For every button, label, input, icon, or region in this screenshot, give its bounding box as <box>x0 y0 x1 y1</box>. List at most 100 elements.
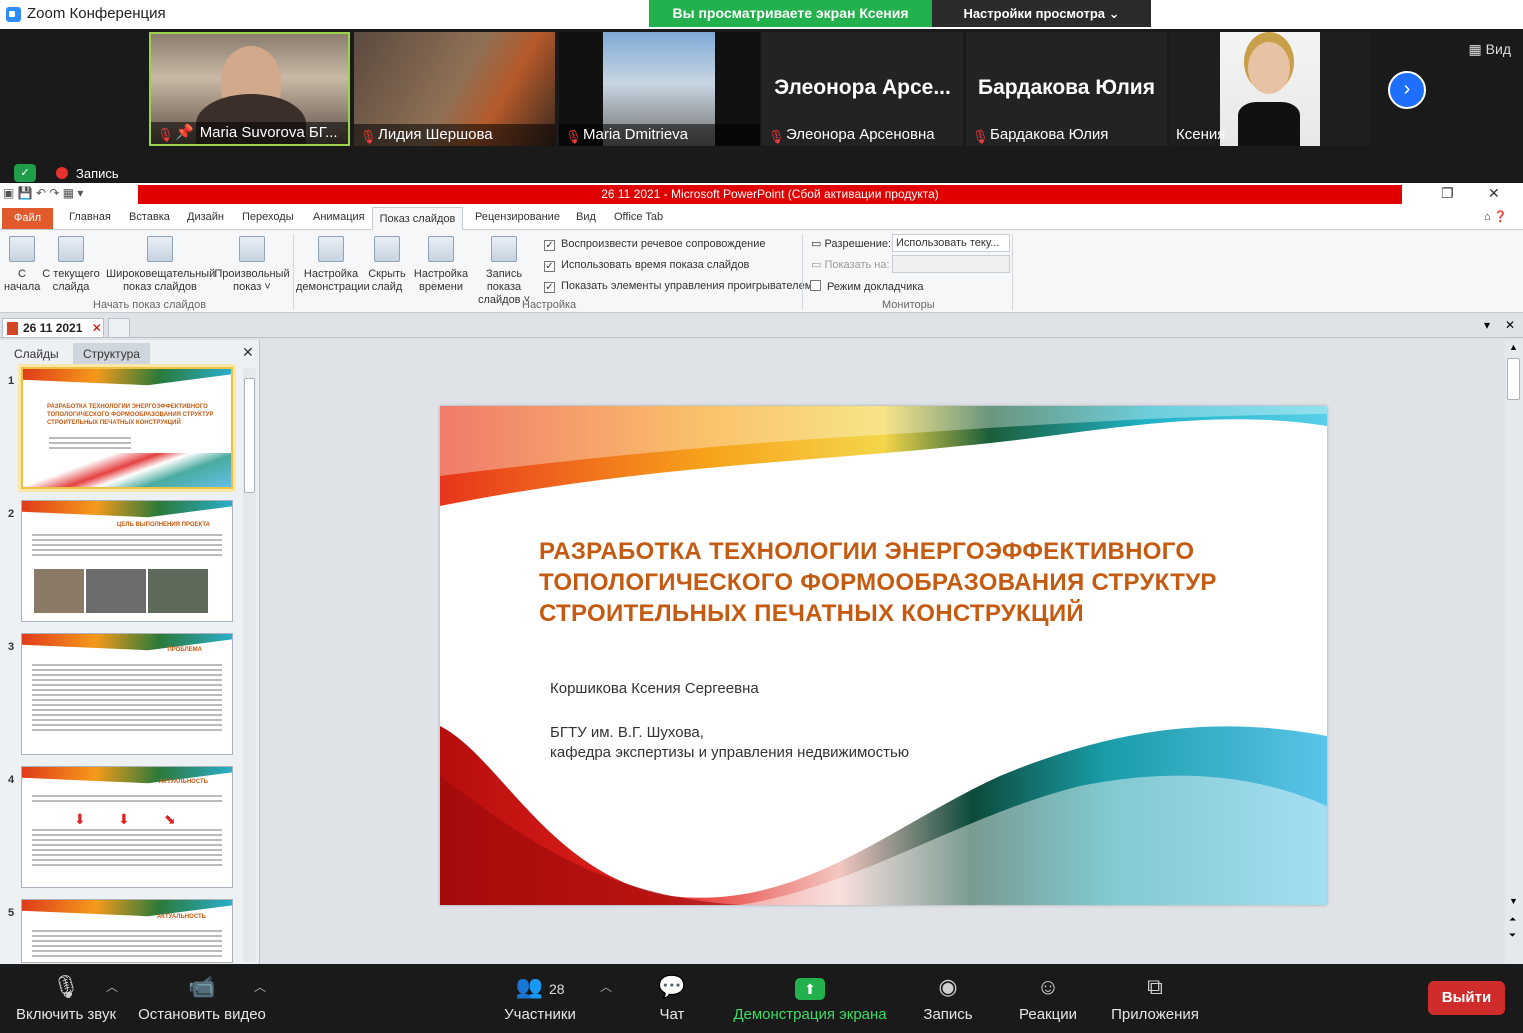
slide-thumbnail[interactable]: ЦЕЛЬ ВЫПОЛНЕНИЯ ПРОЕКТА <box>21 500 233 622</box>
thumb-title: АКТУАЛЬНОСТЬ <box>158 779 208 785</box>
scroll-down-icon[interactable]: ▼ <box>1509 896 1518 906</box>
chk-narration[interactable]: ✓ Воспроизвести речевое сопровождение <box>544 238 766 251</box>
tab-file[interactable]: Файл <box>2 208 53 229</box>
muted-mic-icon: 🎙 <box>565 129 582 144</box>
pane-tabs: Слайды Структура ✕ <box>0 340 260 365</box>
share-screen-button[interactable]: ⬆ Демонстрация экрана <box>730 964 890 1033</box>
thumb-number: 5 <box>8 907 15 919</box>
participant-name-display: Бардакова Юлия <box>978 76 1155 99</box>
restore-icon[interactable]: ❐ <box>1441 185 1454 202</box>
quick-access-toolbar[interactable]: ▣ 💾 ↶ ↷ ▦ ▾ <box>3 186 83 200</box>
close-tab-icon[interactable]: ✕ <box>92 321 102 335</box>
pin-icon: 📌 <box>175 124 194 141</box>
pane-scrollbar[interactable] <box>243 368 256 962</box>
tab-slideshow[interactable]: Показ слайдов <box>372 207 463 231</box>
participant-tile[interactable]: Ксения <box>1170 32 1371 146</box>
participants-icon: 👥 28 <box>515 974 565 999</box>
broadcast-button[interactable]: Широковещательный показ слайдов <box>106 236 215 294</box>
slide-department[interactable]: кафедра экспертизы и управления недвижим… <box>550 744 909 761</box>
slide-thumbnail[interactable]: АКТУАЛЬНОСТЬ <box>21 899 233 963</box>
chat-icon: 💬 <box>658 974 686 999</box>
chk-presenter-view[interactable]: Режим докладчика <box>810 280 923 293</box>
record-show-button[interactable]: Запись показа слайдов ˅ <box>468 236 540 307</box>
ppt-window-title: 26 11 2021 - Microsoft PowerPoint (Сбой … <box>138 185 1402 204</box>
group-start-label: Начать показ слайдов <box>93 299 207 311</box>
help-icon[interactable]: ⌂ ❓ <box>1484 210 1507 223</box>
next-participants-button[interactable]: › <box>1388 71 1426 109</box>
unmute-button[interactable]: 🎙 Включить звук <box>12 964 120 1033</box>
from-start-button[interactable]: Сначала <box>4 236 40 294</box>
participants-button[interactable]: 👥 28 Участники <box>500 964 580 1033</box>
thumb-text <box>32 930 222 960</box>
chk-media-controls[interactable]: ✓ Показать элементы управления проигрыват… <box>544 280 812 293</box>
stop-video-button[interactable]: 📹 Остановить видео <box>138 964 266 1033</box>
audio-options-chevron-icon[interactable]: ︿ <box>106 978 118 995</box>
participant-tile[interactable]: 🎙Лидия Шершова <box>354 32 555 146</box>
from-current-button[interactable]: С текущего слайда <box>42 236 100 294</box>
ribbon-separator <box>1012 234 1013 310</box>
participant-tile[interactable]: Бардакова Юлия 🎙Бардакова Юлия <box>966 32 1167 146</box>
apps-button[interactable]: ⧉ Приложения <box>1106 964 1204 1033</box>
checkbox-checked-icon: ✓ <box>544 240 555 251</box>
chevron-right-icon: › <box>1403 78 1411 100</box>
document-tab[interactable]: 26 11 2021 ✕ <box>2 318 104 338</box>
scrollbar-thumb[interactable] <box>1507 358 1520 400</box>
slide-organization[interactable]: БГТУ им. В.Г. Шухова, <box>550 724 704 741</box>
show-on-dropdown[interactable] <box>892 255 1010 273</box>
tab-slides[interactable]: Слайды <box>4 343 69 365</box>
tab-design[interactable]: Дизайн <box>187 211 224 223</box>
reactions-button[interactable]: ☺ Реакции <box>1016 964 1080 1033</box>
tab-review[interactable]: Рецензирование <box>475 211 560 223</box>
tab-transitions[interactable]: Переходы <box>242 211 294 223</box>
tab-animation[interactable]: Анимация <box>313 211 365 223</box>
view-layout-button[interactable]: ▦ Вид <box>1469 41 1511 58</box>
thumb-title: РАЗРАБОТКА ТЕХНОЛОГИИ ЭНЕРГОЭФФЕКТИВНОГО… <box>47 404 214 426</box>
participant-tile[interactable]: 🎙Maria Dmitrieva <box>559 32 760 146</box>
participants-count: 28 <box>548 981 565 997</box>
tab-home[interactable]: Главная <box>69 211 111 223</box>
close-icon[interactable]: ✕ <box>1505 318 1515 332</box>
video-options-chevron-icon[interactable]: ︿ <box>254 978 266 995</box>
prev-slide-icon[interactable]: ⏶ <box>1509 914 1516 925</box>
scrollbar-thumb[interactable] <box>244 378 255 493</box>
custom-show-button[interactable]: Произвольный показ ˅ <box>214 236 290 294</box>
slides-pane: Слайды Структура ✕ 1 РАЗРАБОТКА ТЕХНОЛОГ… <box>0 340 260 964</box>
current-slide[interactable]: РАЗРАБОТКА ТЕХНОЛОГИИ ЭНЕРГОЭФФЕКТИВНОГО… <box>440 406 1327 905</box>
scroll-up-icon[interactable]: ▲ <box>1509 342 1518 352</box>
participant-tile[interactable]: 🎙📌 Maria Suvorova БГ... <box>149 32 350 146</box>
record-button[interactable]: ◉ Запись <box>920 964 976 1033</box>
tab-office-tab[interactable]: Office Tab <box>614 211 663 223</box>
slide-title[interactable]: РАЗРАБОТКА ТЕХНОЛОГИИ ЭНЕРГОЭФФЕКТИВНОГО… <box>539 536 1279 629</box>
close-pane-icon[interactable]: ✕ <box>242 344 254 361</box>
record-show-icon <box>491 236 517 262</box>
participant-tile[interactable]: Элеонора Арсе... 🎙Элеонора Арсеновна <box>762 32 963 146</box>
setup-show-button[interactable]: Настройка демонстрации <box>296 236 370 294</box>
participant-strip: 🎙📌 Maria Suvorova БГ... 🎙Лидия Шершова 🎙M… <box>0 29 1523 181</box>
hide-slide-button[interactable]: Скрыть слайд <box>367 236 407 294</box>
close-icon[interactable]: ✕ <box>1488 185 1500 202</box>
resolution-dropdown[interactable]: Использовать теку... <box>892 234 1010 252</box>
recording-indicator: Запись <box>56 166 119 181</box>
view-settings-button[interactable]: Настройки просмотра ⌄ <box>932 0 1151 27</box>
participant-name: Maria Dmitrieva <box>583 126 689 143</box>
document-tabs: 26 11 2021 ✕ ▾ ✕ <box>0 314 1523 338</box>
tab-outline[interactable]: Структура <box>73 343 150 365</box>
next-slide-icon[interactable]: ⏷ <box>1509 930 1516 941</box>
slide-thumbnail[interactable]: АКТУАЛЬНОСТЬ ⬇ ⬇ ⬊ <box>21 766 233 888</box>
new-tab-button[interactable] <box>108 318 130 338</box>
dropdown-icon[interactable]: ▾ <box>1484 318 1490 332</box>
slide-thumbnail[interactable]: РАЗРАБОТКА ТЕХНОЛОГИИ ЭНЕРГОЭФФЕКТИВНОГО… <box>21 367 233 489</box>
slide-editor: РАЗРАБОТКА ТЕХНОЛОГИИ ЭНЕРГОЭФФЕКТИВНОГО… <box>262 340 1505 964</box>
leave-meeting-button[interactable]: Выйти <box>1428 981 1505 1015</box>
thumb-image <box>34 569 84 613</box>
tab-insert[interactable]: Вставка <box>129 211 170 223</box>
participants-options-chevron-icon[interactable]: ︿ <box>600 978 612 995</box>
chat-button[interactable]: 💬 Чат <box>650 964 694 1033</box>
slide-scrollbar[interactable]: ▲ ▼ ⏶ ⏷ <box>1505 340 1523 964</box>
slide-author[interactable]: Коршикова Ксения Сергеевна <box>550 680 759 697</box>
view-settings-label: Настройки просмотра <box>963 6 1106 21</box>
chk-timings[interactable]: ✓ Использовать время показа слайдов <box>544 259 749 272</box>
rehearse-timings-button[interactable]: Настройка времени <box>412 236 470 294</box>
tab-view[interactable]: Вид <box>576 211 596 223</box>
slide-thumbnail[interactable]: ПРОБЛЕМА <box>21 633 233 755</box>
